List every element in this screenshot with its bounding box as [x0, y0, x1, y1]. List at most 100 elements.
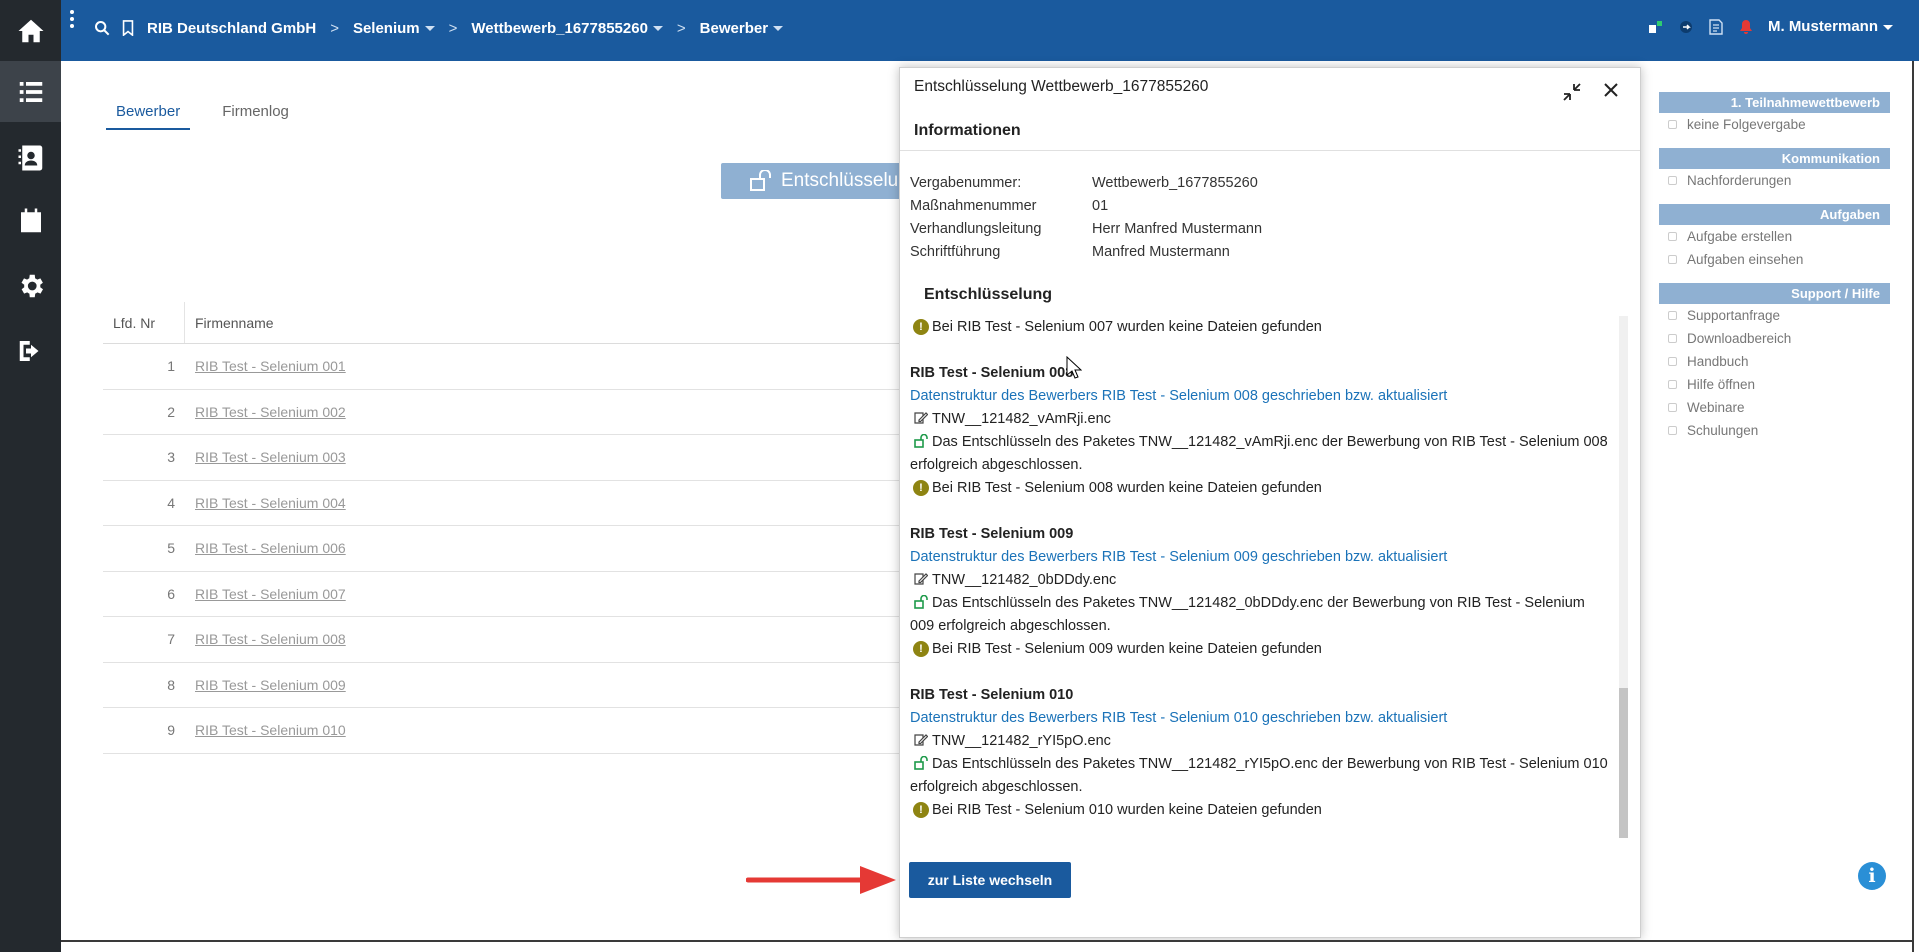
list-icon[interactable]: [0, 61, 61, 122]
table-row[interactable]: 5 RIB Test - Selenium 006: [103, 526, 903, 572]
info-value: Herr Manfred Mustermann: [1092, 221, 1263, 237]
log-link[interactable]: Datenstruktur des Bewerbers RIB Test - S…: [910, 385, 1636, 408]
document-icon: [1668, 357, 1677, 366]
contacts-icon[interactable]: [0, 127, 61, 188]
search-icon[interactable]: [94, 20, 110, 36]
table-row[interactable]: 4 RIB Test - Selenium 004: [103, 481, 903, 526]
document-icon: [1668, 426, 1677, 435]
document-icon: [1668, 334, 1677, 343]
breadcrumb-item-wettbewerb[interactable]: Wettbewerb_1677855260: [471, 20, 663, 37]
tab-bewerber[interactable]: Bewerber: [106, 99, 191, 130]
mouse-cursor-icon: [1066, 356, 1082, 379]
calendar-icon[interactable]: [0, 190, 61, 251]
info-heading: Informationen: [914, 122, 1021, 139]
apps-icon[interactable]: [1648, 19, 1664, 35]
left-rail: [0, 0, 61, 952]
table-row[interactable]: 2 RIB Test - Selenium 002: [103, 390, 903, 435]
table-row[interactable]: 7 RIB Test - Selenium 008: [103, 617, 903, 663]
panel-link[interactable]: Downloadbereich: [1659, 327, 1890, 350]
breadcrumb-separator: >: [676, 20, 686, 37]
panel-link[interactable]: Handbuch: [1659, 350, 1890, 373]
panel-link[interactable]: Hilfe öffnen: [1659, 373, 1890, 396]
table-row[interactable]: 6 RIB Test - Selenium 007: [103, 572, 903, 617]
log-line-warn: ! Bei RIB Test - Selenium 009 wurden kein…: [910, 638, 1636, 661]
info-value: 01: [1092, 198, 1109, 214]
company-link[interactable]: RIB Test - Selenium 010: [185, 722, 346, 738]
breadcrumb: RIB Deutschland GmbH > Selenium > Wettbe…: [147, 20, 784, 37]
log-line-icon: [910, 753, 932, 770]
company-link[interactable]: RIB Test - Selenium 007: [185, 586, 346, 602]
log-text-continued: erfolgreich abgeschlossen.: [910, 779, 1083, 795]
top-header: RIB Deutschland GmbH > Selenium > Wettbe…: [61, 0, 1919, 61]
scrollbar-thumb[interactable]: [1619, 688, 1628, 838]
log-line-unlock: Das Entschlüsseln des Paketes TNW__12148…: [910, 592, 1636, 615]
company-link[interactable]: RIB Test - Selenium 004: [185, 495, 346, 511]
breadcrumb-label: Wettbewerb_1677855260: [471, 20, 648, 37]
caret-down-icon: [1883, 24, 1893, 30]
company-link[interactable]: RIB Test - Selenium 006: [185, 540, 346, 556]
table-row[interactable]: 1 RIB Test - Selenium 001: [103, 344, 903, 390]
row-nr: 5: [167, 540, 175, 557]
panel-link[interactable]: keine Folgevergabe: [1659, 113, 1890, 136]
table-row[interactable]: 3 RIB Test - Selenium 003: [103, 435, 903, 481]
company-link[interactable]: RIB Test - Selenium 002: [185, 404, 346, 420]
log-text: Das Entschlüsseln des Paketes TNW__12148…: [932, 595, 1585, 611]
info-key: Verhandlungsleitung: [910, 221, 1042, 237]
company-link[interactable]: RIB Test - Selenium 001: [185, 358, 346, 374]
bell-icon[interactable]: [1738, 19, 1754, 35]
logout-icon[interactable]: [0, 320, 61, 381]
gear-icon[interactable]: [0, 255, 61, 316]
panel-link[interactable]: Aufgabe erstellen: [1659, 225, 1890, 248]
edit-file-icon: [914, 734, 928, 746]
company-link[interactable]: RIB Test - Selenium 009: [185, 677, 346, 693]
tab-firmenlog[interactable]: Firmenlog: [212, 99, 299, 130]
panel-link[interactable]: Supportanfrage: [1659, 304, 1890, 327]
panel-link[interactable]: Schulungen: [1659, 419, 1890, 442]
log-group-title: RIB Test - Selenium 008: [910, 365, 1074, 381]
breadcrumb-item-selenium[interactable]: Selenium: [353, 20, 435, 37]
info-row: Maßnahmenummer 01: [910, 195, 1262, 218]
log-text: TNW__121482_vAmRji.enc: [932, 411, 1111, 427]
switch-to-list-button[interactable]: zur Liste wechseln: [909, 862, 1071, 898]
close-icon[interactable]: [1601, 80, 1621, 100]
breadcrumb-item-company[interactable]: RIB Deutschland GmbH: [147, 20, 316, 37]
page-border-bottom: [61, 940, 1919, 952]
log-link[interactable]: Datenstruktur des Bewerbers RIB Test - S…: [910, 546, 1636, 569]
log-spacer: [910, 500, 1636, 523]
user-menu[interactable]: M. Mustermann: [1768, 18, 1893, 35]
panel-link-label: Downloadbereich: [1687, 331, 1792, 346]
document-icon: [1668, 311, 1677, 320]
decrypt-button[interactable]: Entschlüsselung: [721, 163, 921, 199]
info-row: Verhandlungsleitung Herr Manfred Musterma…: [910, 218, 1262, 241]
log-link[interactable]: Datenstruktur des Bewerbers RIB Test - S…: [910, 707, 1636, 730]
sync-icon[interactable]: [1678, 19, 1694, 35]
company-link[interactable]: RIB Test - Selenium 008: [185, 631, 346, 647]
panel-link-label: Handbuch: [1687, 354, 1749, 369]
kebab-menu-icon[interactable]: [69, 10, 75, 28]
table-header: Lfd. Nr Firmenname: [103, 302, 903, 344]
log-line-warn: ! Bei RIB Test - Selenium 010 wurden kein…: [910, 799, 1636, 822]
column-header-firmenname[interactable]: Firmenname: [185, 302, 284, 343]
decrypt-log[interactable]: ! Bei RIB Test - Selenium 007 wurden kein…: [910, 316, 1636, 838]
breadcrumb-item-bewerber[interactable]: Bewerber: [700, 20, 784, 37]
log-text: Bei RIB Test - Selenium 007 wurden keine…: [932, 319, 1322, 335]
log-line-warn: ! Bei RIB Test - Selenium 008 wurden kein…: [910, 477, 1636, 500]
log-line-icon: [910, 569, 932, 586]
table-row[interactable]: 9 RIB Test - Selenium 010: [103, 708, 903, 754]
notes-icon[interactable]: [1708, 18, 1724, 35]
panel-link[interactable]: Nachforderungen: [1659, 169, 1890, 192]
home-icon[interactable]: [0, 0, 61, 61]
table-body: 1 RIB Test - Selenium 001 2 RIB Test - Sele…: [103, 344, 903, 754]
log-scrollbar[interactable]: [1619, 316, 1628, 838]
company-link[interactable]: RIB Test - Selenium 003: [185, 449, 346, 465]
panel-link[interactable]: Aufgaben einsehen: [1659, 248, 1890, 271]
info-key: Schriftführung: [910, 244, 1001, 260]
row-nr: 1: [167, 358, 175, 375]
table-row[interactable]: 8 RIB Test - Selenium 009: [103, 663, 903, 708]
info-icon[interactable]: i: [1858, 862, 1886, 890]
panel-link[interactable]: Webinare: [1659, 396, 1890, 419]
column-header-nr[interactable]: Lfd. Nr: [103, 302, 185, 343]
minimize-icon[interactable]: [1562, 82, 1582, 102]
bookmark-icon[interactable]: [121, 20, 135, 36]
caret-down-icon: [773, 26, 784, 31]
